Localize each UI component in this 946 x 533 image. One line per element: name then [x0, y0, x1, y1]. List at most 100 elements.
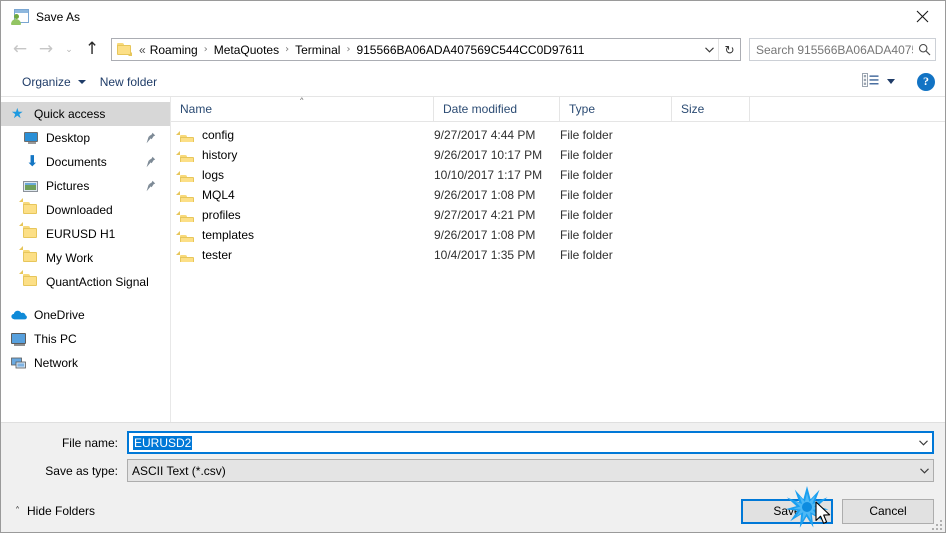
address-dropdown-button[interactable]	[700, 39, 718, 60]
file-name-label: config	[202, 128, 235, 142]
folder-icon	[19, 270, 39, 290]
breadcrumb-separator-icon[interactable]: ›	[281, 44, 293, 55]
search-input[interactable]: Search 915566BA06ADA40756...	[750, 43, 913, 57]
sidebar-item-my-work[interactable]: My Work	[1, 246, 170, 270]
column-header-size[interactable]: Size	[672, 97, 750, 121]
column-header-row: Name ˄ Date modified Type Size	[171, 97, 945, 122]
file-name-cell: templates	[171, 228, 434, 242]
up-arrow-icon: ↑	[84, 39, 100, 59]
file-name-cell: profiles	[171, 208, 434, 222]
documents-icon: ⬇	[26, 152, 39, 170]
sidebar-item-documents[interactable]: ⬇ Documents	[1, 150, 170, 174]
command-bar: Organize New folder ?	[1, 67, 945, 97]
chevron-down-icon[interactable]	[915, 439, 932, 446]
save-as-dialog: Save As ← → ⌄ ↑ « Roaming › MetaQuotes ›…	[0, 0, 946, 533]
sidebar-item-label: Network	[34, 356, 79, 370]
breadcrumb-separator-icon[interactable]: ›	[200, 44, 212, 55]
file-name-label: MQL4	[202, 188, 235, 202]
hide-folders-label: Hide Folders	[27, 504, 96, 518]
column-header-label: Name	[180, 102, 213, 116]
forward-arrow-icon: →	[38, 39, 54, 59]
column-header-date-modified[interactable]: Date modified	[434, 97, 560, 121]
table-row[interactable]: tester 10/4/2017 1:35 PM File folder	[171, 245, 945, 265]
sidebar-item-downloaded[interactable]: Downloaded	[1, 198, 170, 222]
desktop-icon	[23, 130, 39, 146]
sidebar-item-label: Downloaded	[46, 203, 113, 217]
file-name-label: templates	[202, 228, 255, 242]
sidebar-item-this-pc[interactable]: This PC	[1, 327, 170, 351]
sidebar-item-network[interactable]: Network	[1, 351, 170, 375]
save-as-type-select[interactable]: ASCII Text (*.csv)	[127, 459, 934, 482]
hide-folders-button[interactable]: ˄ Hide Folders	[15, 504, 95, 518]
sidebar-item-label: Quick access	[34, 107, 106, 121]
sidebar-item-desktop[interactable]: Desktop	[1, 126, 170, 150]
pin-icon	[146, 132, 156, 144]
file-type-cell: File folder	[560, 228, 613, 242]
view-options-button[interactable]	[858, 71, 899, 92]
sidebar-item-quick-access[interactable]: ★ Quick access	[1, 102, 170, 126]
chevron-down-icon	[887, 79, 895, 84]
onedrive-icon	[11, 307, 27, 323]
breadcrumb-item-roaming[interactable]: Roaming	[148, 41, 200, 59]
search-box[interactable]: Search 915566BA06ADA40756...	[749, 38, 936, 61]
new-folder-button[interactable]: New folder	[93, 72, 164, 92]
sidebar-item-pictures[interactable]: Pictures	[1, 174, 170, 198]
chevron-down-icon: ⌄	[65, 44, 73, 55]
organize-button[interactable]: Organize	[15, 72, 93, 92]
table-row[interactable]: MQL4 9/26/2017 1:08 PM File folder	[171, 185, 945, 205]
file-name-label: history	[202, 148, 238, 162]
star-icon: ★	[11, 106, 24, 122]
breadcrumb-overflow[interactable]: «	[137, 41, 148, 59]
breadcrumb-item-metaquotes[interactable]: MetaQuotes	[212, 41, 281, 59]
new-folder-label: New folder	[99, 74, 158, 89]
table-row[interactable]: logs 10/10/2017 1:17 PM File folder	[171, 165, 945, 185]
sidebar-item-label: Documents	[46, 155, 107, 169]
address-folder-icon	[117, 42, 133, 57]
folder-icon	[19, 198, 39, 218]
folder-icon	[19, 222, 39, 242]
organize-label: Organize	[22, 74, 71, 89]
breadcrumb-item-terminal[interactable]: Terminal	[293, 41, 342, 59]
chevron-down-icon	[77, 79, 86, 84]
file-name-input[interactable]: EURUSD2	[127, 431, 934, 454]
recent-locations-button[interactable]: ⌄	[59, 37, 79, 63]
resize-grip[interactable]	[930, 518, 942, 530]
chevron-down-icon[interactable]	[916, 467, 933, 474]
breadcrumb-separator-icon[interactable]: ›	[342, 44, 354, 55]
file-name-cell: history	[171, 148, 434, 162]
up-button[interactable]: ↑	[79, 37, 105, 63]
save-form: File name: EURUSD2 Save as type: ASCII T…	[1, 422, 945, 490]
file-date-cell: 10/4/2017 1:35 PM	[434, 248, 536, 262]
save-button[interactable]: Save	[741, 498, 833, 524]
address-bar[interactable]: « Roaming › MetaQuotes › Terminal › 9155…	[111, 38, 741, 61]
sort-ascending-icon: ˄	[299, 97, 305, 109]
file-rows: config 9/27/2017 4:44 PM File folder his…	[171, 122, 945, 422]
table-row[interactable]: history 9/26/2017 10:17 PM File folder	[171, 145, 945, 165]
column-header-name[interactable]: Name ˄	[171, 97, 434, 121]
column-header-type[interactable]: Type	[560, 97, 672, 121]
sidebar-item-onedrive[interactable]: OneDrive	[1, 303, 170, 327]
network-icon	[11, 355, 27, 371]
dialog-footer: ˄ Hide Folders Save Cancel	[1, 490, 945, 532]
back-button[interactable]: ←	[7, 37, 33, 63]
dialog-body: ★ Quick access Desktop ⬇ Documents Pictu…	[1, 97, 945, 422]
cancel-button[interactable]: Cancel	[842, 498, 934, 524]
sidebar-item-label: OneDrive	[34, 308, 85, 322]
file-type-cell: File folder	[560, 248, 613, 262]
table-row[interactable]: templates 9/26/2017 1:08 PM File folder	[171, 225, 945, 245]
forward-button[interactable]: →	[33, 37, 59, 63]
title-bar: Save As	[1, 1, 945, 32]
sidebar-item-eurusd-h1[interactable]: EURUSD H1	[1, 222, 170, 246]
file-name-label: logs	[202, 168, 225, 182]
table-row[interactable]: profiles 9/27/2017 4:21 PM File folder	[171, 205, 945, 225]
help-button[interactable]: ?	[917, 72, 935, 91]
sidebar-item-label: Desktop	[46, 131, 91, 145]
table-row[interactable]: config 9/27/2017 4:44 PM File folder	[171, 125, 945, 145]
close-icon[interactable]	[899, 1, 945, 31]
save-as-icon	[11, 8, 29, 25]
sidebar-item-quantaction-signal[interactable]: QuantAction Signal	[1, 270, 170, 294]
breadcrumb-item-instance[interactable]: 915566BA06ADA407569C544CC0D97611	[354, 41, 586, 59]
refresh-icon[interactable]: ↻	[719, 39, 740, 60]
file-name-cell: logs	[171, 168, 434, 182]
